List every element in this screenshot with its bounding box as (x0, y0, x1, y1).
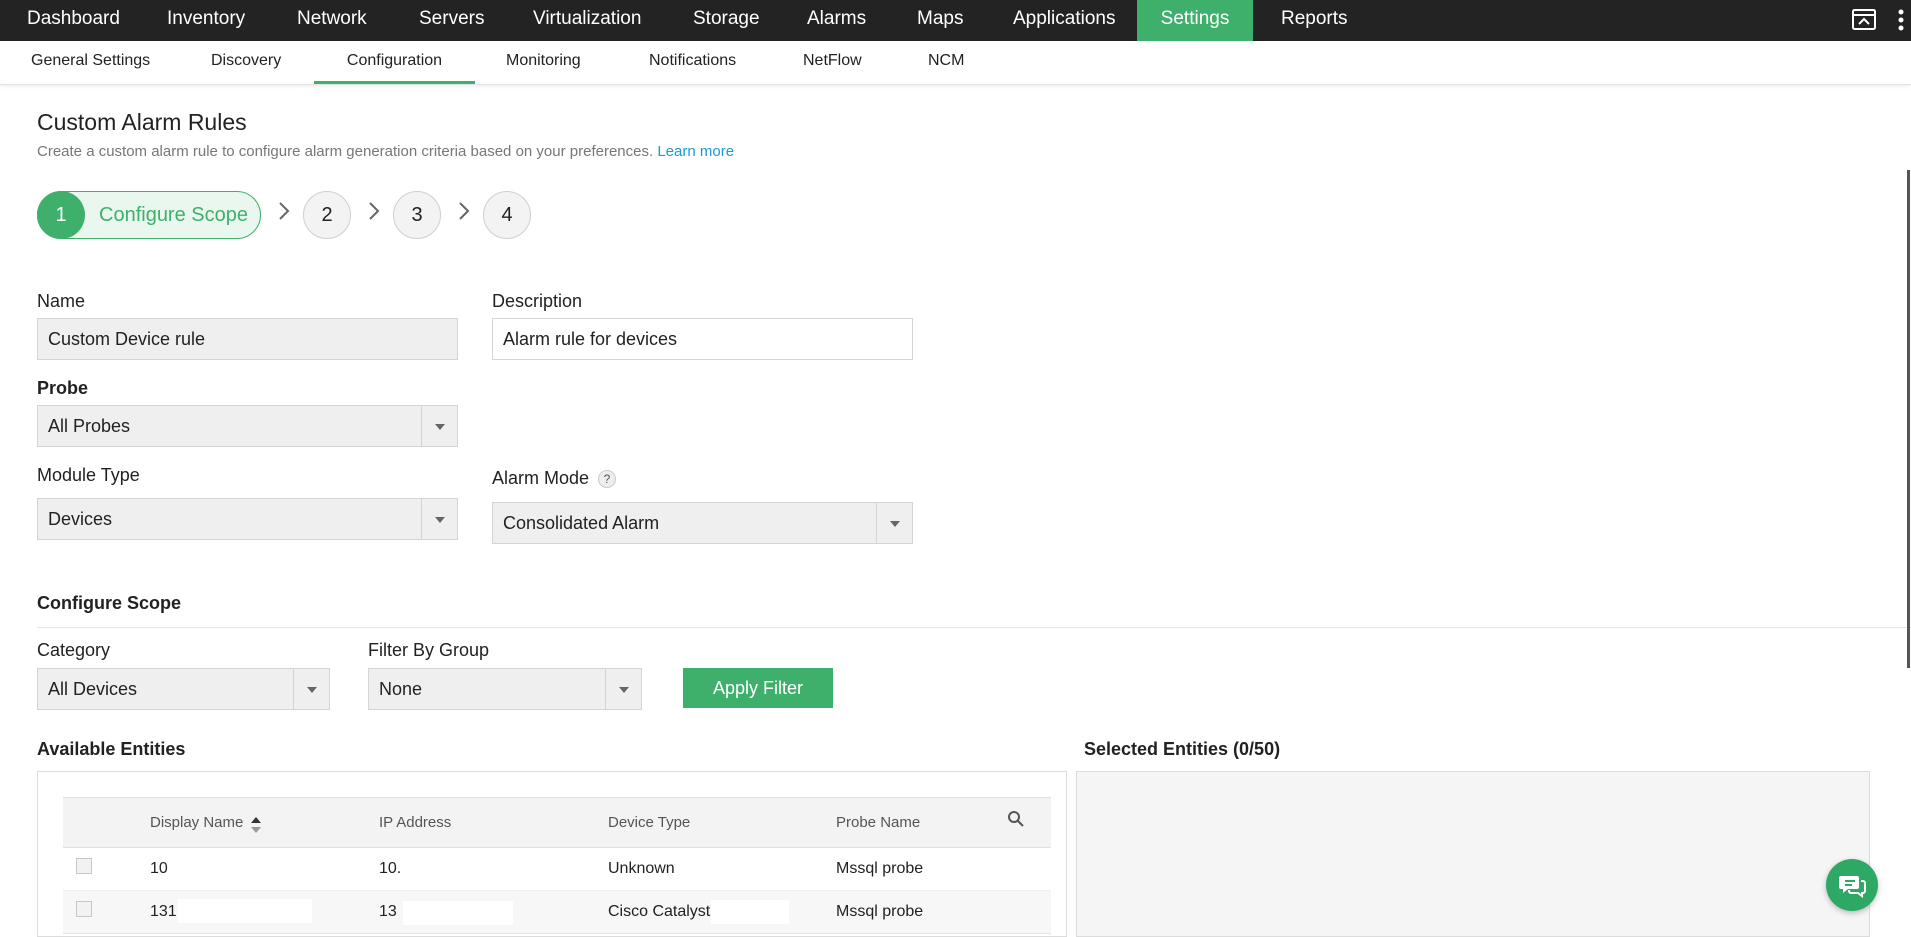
page-subtitle: Create a custom alarm rule to configure … (37, 143, 734, 160)
module-type-value: Devices (48, 509, 113, 529)
filter-group-label: Filter By Group (368, 640, 490, 660)
tab-inventory[interactable]: Inventory (167, 0, 245, 41)
chevron-down-icon[interactable] (605, 669, 641, 709)
top-nav: Dashboard Inventory Network Servers Virt… (0, 0, 1911, 41)
chevron-right-icon (278, 201, 290, 227)
column-device-type[interactable]: Device Type (608, 814, 690, 831)
sort-icon[interactable] (250, 816, 262, 839)
chevron-down-icon[interactable] (421, 499, 457, 539)
selected-entities-title: Selected Entities (0/50) (1084, 739, 1281, 759)
chevron-down-icon[interactable] (421, 406, 457, 446)
help-icon[interactable]: ? (598, 470, 616, 488)
subtab-general-settings[interactable]: General Settings (31, 41, 150, 84)
subtitle-text: Create a custom alarm rule to configure … (37, 143, 654, 160)
filter-group-select[interactable]: None (368, 668, 642, 710)
tab-storage[interactable]: Storage (693, 0, 760, 41)
subtab-discovery[interactable]: Discovery (211, 41, 281, 84)
probe-value: All Probes (48, 416, 131, 436)
name-input[interactable]: Custom Device rule (37, 318, 458, 360)
page-title: Custom Alarm Rules (37, 109, 247, 135)
row-ip-address: 10. (379, 860, 402, 877)
chevron-right-icon (368, 201, 380, 227)
kebab-menu-icon[interactable] (1896, 8, 1906, 32)
redacted-block (711, 900, 789, 924)
window-icon[interactable] (1852, 8, 1876, 32)
description-input[interactable]: Alarm rule for devices (492, 318, 913, 360)
row-ip-address: 13 (379, 903, 397, 920)
row-device-type: Cisco Catalyst (608, 903, 711, 920)
chevron-down-icon[interactable] (293, 669, 329, 709)
row-device-type: Unknown (608, 860, 675, 877)
alarm-mode-value: Consolidated Alarm (503, 513, 660, 533)
row-display-name: 131 (150, 903, 177, 920)
tab-applications[interactable]: Applications (1013, 0, 1115, 41)
module-type-label: Module Type (37, 465, 140, 485)
step-label: Configure Scope (99, 204, 248, 226)
column-display-name[interactable]: Display Name (150, 814, 243, 831)
tab-settings[interactable]: Settings (1137, 0, 1253, 41)
tab-network[interactable]: Network (297, 0, 367, 41)
step-number: 1 (37, 191, 85, 239)
row-display-name: 10 (150, 860, 168, 877)
tab-dashboard[interactable]: Dashboard (27, 0, 120, 41)
tab-reports[interactable]: Reports (1281, 0, 1348, 41)
module-type-select[interactable]: Devices (37, 498, 458, 540)
subtab-configuration[interactable]: Configuration (314, 41, 475, 84)
chevron-right-icon (458, 201, 470, 227)
row-probe-name: Mssql probe (836, 860, 924, 877)
wizard-step-2[interactable]: 2 (303, 191, 351, 239)
configure-scope-title: Configure Scope (37, 593, 182, 613)
row-checkbox[interactable] (76, 901, 92, 917)
chat-icon (1839, 876, 1866, 898)
wizard-step-3[interactable]: 3 (393, 191, 441, 239)
probe-select[interactable]: All Probes (37, 405, 458, 447)
tab-alarms[interactable]: Alarms (807, 0, 866, 41)
subtab-netflow[interactable]: NetFlow (803, 41, 862, 84)
subtab-notifications[interactable]: Notifications (649, 41, 736, 84)
subtab-monitoring[interactable]: Monitoring (506, 41, 581, 84)
redacted-block (178, 899, 312, 923)
section-divider (37, 627, 1911, 628)
row-checkbox[interactable] (76, 858, 92, 874)
wizard-step-4[interactable]: 4 (483, 191, 531, 239)
alarm-mode-select[interactable]: Consolidated Alarm (492, 502, 913, 544)
sub-nav: General Settings Discovery Configuration… (0, 41, 1911, 85)
page-scrollbar[interactable] (1907, 170, 1910, 668)
description-label: Description (492, 291, 583, 311)
chat-button[interactable] (1826, 859, 1878, 911)
wizard-step-1[interactable]: 1 Configure Scope (37, 191, 261, 239)
tab-maps[interactable]: Maps (917, 0, 963, 41)
filter-group-value: None (379, 679, 423, 699)
apply-filter-button[interactable]: Apply Filter (683, 668, 833, 708)
probe-label: Probe (37, 378, 89, 398)
column-probe-name[interactable]: Probe Name (836, 814, 920, 831)
available-entities-title: Available Entities (37, 739, 186, 759)
category-select[interactable]: All Devices (37, 668, 330, 710)
name-label: Name (37, 291, 86, 311)
selected-entities-panel (1076, 771, 1870, 937)
alarm-mode-label: Alarm Mode (492, 468, 590, 488)
row-probe-name: Mssql probe (836, 903, 924, 920)
category-label: Category (37, 640, 111, 660)
learn-more-link[interactable]: Learn more (657, 143, 734, 160)
chevron-down-icon[interactable] (876, 503, 912, 543)
search-icon[interactable] (1007, 810, 1025, 833)
column-ip-address[interactable]: IP Address (379, 814, 451, 831)
category-value: All Devices (48, 679, 138, 699)
subtab-ncm[interactable]: NCM (928, 41, 964, 84)
redacted-block (403, 901, 513, 925)
tab-servers[interactable]: Servers (419, 0, 484, 41)
tab-virtualization[interactable]: Virtualization (533, 0, 641, 41)
